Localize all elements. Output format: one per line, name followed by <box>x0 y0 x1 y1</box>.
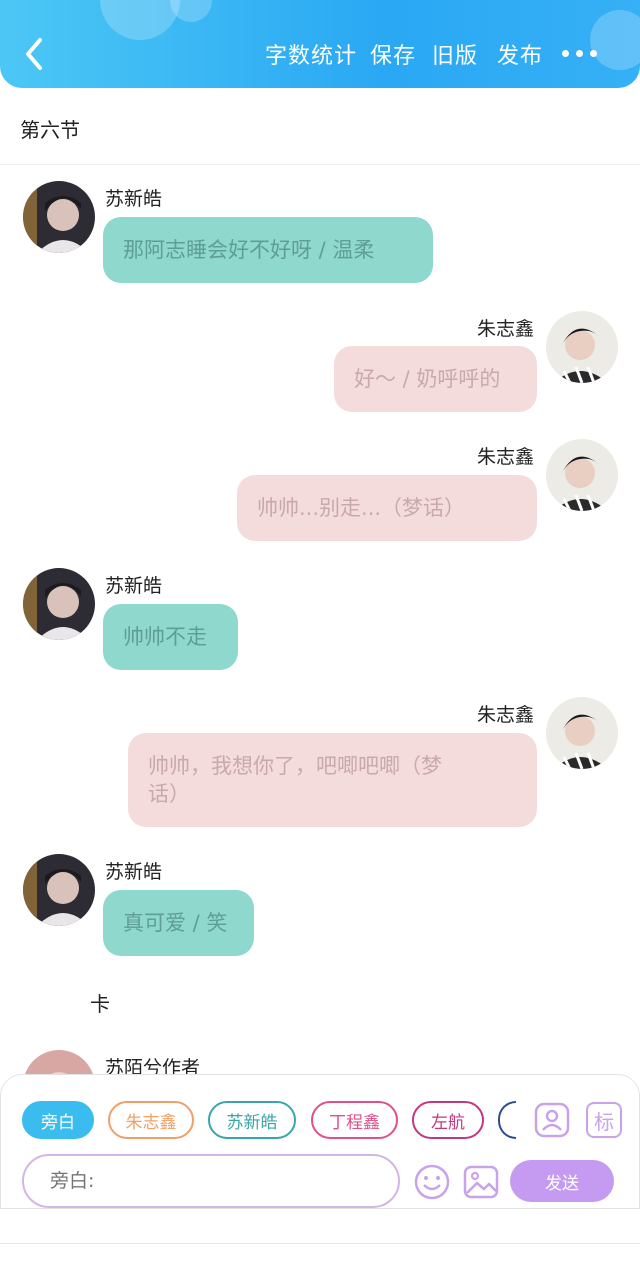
message-bubble[interactable]: 帅帅不走 <box>103 604 238 670</box>
more-dots-icon[interactable] <box>562 50 597 57</box>
header-decoration <box>100 0 180 40</box>
avatar[interactable] <box>23 568 95 640</box>
role-chip-label: 丁程鑫 <box>329 1112 380 1133</box>
header-decoration <box>170 0 212 22</box>
tag-icon[interactable]: 标 <box>586 1102 622 1138</box>
narration-text: 卡 <box>90 992 110 1016</box>
sender-name: 朱志鑫 <box>477 704 535 726</box>
message-text: 好～ / 奶呼呼的 <box>354 367 501 391</box>
message-input[interactable] <box>22 1154 400 1208</box>
section-title: 第六节 <box>20 118 80 142</box>
sender-name: 苏新皓 <box>105 575 163 597</box>
image-icon[interactable] <box>462 1163 500 1205</box>
header-decoration <box>590 10 640 70</box>
avatar[interactable] <box>23 854 95 926</box>
role-chip-zhu[interactable]: 朱志鑫 <box>108 1101 194 1139</box>
contact-card-icon[interactable] <box>534 1102 570 1142</box>
role-chip-label: 旁白 <box>41 1112 75 1133</box>
sender-name: 朱志鑫 <box>477 318 535 340</box>
send-button-label: 发送 <box>545 1173 579 1194</box>
back-arrow-icon[interactable] <box>20 34 50 74</box>
emoji-icon[interactable] <box>413 1163 451 1205</box>
word-count-button[interactable]: 字数统计 <box>265 38 357 70</box>
sender-name: 苏新皓 <box>105 861 163 883</box>
message-bubble[interactable]: 好～ / 奶呼呼的 <box>334 346 537 412</box>
message-bubble[interactable]: 帅帅...别走...（梦话） <box>237 475 537 541</box>
message-text: 帅帅不走 <box>123 625 207 649</box>
role-chip-label: 左航 <box>431 1112 465 1133</box>
role-chip-zuo[interactable]: 左航 <box>412 1101 484 1139</box>
divider <box>0 164 640 165</box>
sender-name: 苏新皓 <box>105 188 163 210</box>
role-chip-narrator[interactable]: 旁白 <box>22 1101 94 1139</box>
role-chip-su[interactable]: 苏新皓 <box>208 1101 296 1139</box>
send-button[interactable]: 发送 <box>510 1160 614 1202</box>
avatar[interactable] <box>546 697 618 769</box>
publish-button[interactable]: 发布 <box>497 38 543 70</box>
role-chip-ding[interactable]: 丁程鑫 <box>311 1101 398 1139</box>
message-text-continued: 话） <box>148 782 190 806</box>
tag-icon-label: 标 <box>594 1109 614 1134</box>
message-bubble[interactable]: 帅帅，我想你了，吧唧吧唧（梦 话） <box>128 733 537 827</box>
save-button[interactable]: 保存 <box>370 38 416 70</box>
sender-name: 朱志鑫 <box>477 446 535 468</box>
message-text: 那阿志睡会好不好呀 / 温柔 <box>123 238 375 262</box>
avatar[interactable] <box>546 311 618 383</box>
message-text: 帅帅...别走...（梦话） <box>257 496 466 520</box>
message-text: 帅帅，我想你了，吧唧吧唧（梦 <box>148 754 442 778</box>
old-version-button[interactable]: 旧版 <box>432 38 478 70</box>
message-bubble[interactable]: 真可爱 / 笑 <box>103 890 254 956</box>
avatar[interactable] <box>546 439 618 511</box>
divider <box>0 1243 640 1244</box>
role-chip-label: 朱志鑫 <box>125 1112 177 1133</box>
app-header: 字数统计 保存 旧版 发布 <box>0 0 640 88</box>
message-text: 真可爱 / 笑 <box>123 911 228 935</box>
avatar[interactable] <box>23 181 95 253</box>
role-chip-label: 苏新皓 <box>226 1112 278 1133</box>
message-bubble[interactable]: 那阿志睡会好不好呀 / 温柔 <box>103 217 433 283</box>
